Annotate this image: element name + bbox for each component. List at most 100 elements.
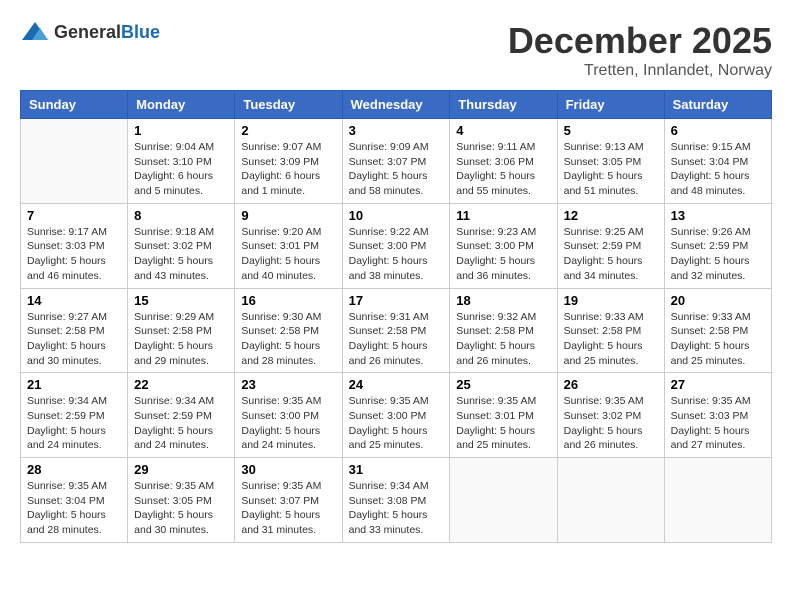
logo-icon	[20, 20, 50, 44]
day-number: 20	[671, 293, 765, 308]
calendar-header-tuesday: Tuesday	[235, 91, 342, 119]
calendar-cell: 29Sunrise: 9:35 AM Sunset: 3:05 PM Dayli…	[128, 458, 235, 543]
day-number: 9	[241, 208, 335, 223]
calendar-cell: 24 Sunrise: 9:35 AM Sunset: 3:00 PM Dayli…	[342, 373, 450, 458]
calendar-cell: 11 Sunrise: 9:23 AM Sunset: 3:00 PM Dayli…	[450, 203, 557, 288]
calendar-week-row: 7Sunrise: 9:17 AM Sunset: 3:03 PM Daylig…	[21, 203, 772, 288]
day-detail: Sunrise: 9:20 AM Sunset: 3:01 PM Dayligh…	[241, 225, 335, 284]
day-detail: Sunrise: 9:07 AM Sunset: 3:09 PM Dayligh…	[241, 140, 335, 199]
calendar-cell: 16 Sunrise: 9:30 AM Sunset: 2:58 PM Dayli…	[235, 288, 342, 373]
day-number: 25	[456, 377, 550, 392]
calendar-table: SundayMondayTuesdayWednesdayThursdayFrid…	[20, 90, 772, 543]
calendar-cell: 1Sunrise: 9:04 AM Sunset: 3:10 PM Daylig…	[128, 119, 235, 204]
day-detail: Sunrise: 9:35 AM Sunset: 3:04 PM Dayligh…	[27, 479, 121, 538]
day-detail: Sunrise: 9:26 AM Sunset: 2:59 PM Dayligh…	[671, 225, 765, 284]
calendar-cell	[557, 458, 664, 543]
day-detail: Sunrise: 9:32 AM Sunset: 2:58 PM Dayligh…	[456, 310, 550, 369]
calendar-cell: 15 Sunrise: 9:29 AM Sunset: 2:58 PM Dayli…	[128, 288, 235, 373]
day-number: 17	[349, 293, 444, 308]
calendar-cell: 4 Sunrise: 9:11 AM Sunset: 3:06 PM Daylig…	[450, 119, 557, 204]
day-detail: Sunrise: 9:34 AM Sunset: 3:08 PM Dayligh…	[349, 479, 444, 538]
calendar-header-friday: Friday	[557, 91, 664, 119]
calendar-week-row: 14 Sunrise: 9:27 AM Sunset: 2:58 PM Dayli…	[21, 288, 772, 373]
day-detail: Sunrise: 9:23 AM Sunset: 3:00 PM Dayligh…	[456, 225, 550, 284]
calendar-cell: 12Sunrise: 9:25 AM Sunset: 2:59 PM Dayli…	[557, 203, 664, 288]
day-number: 31	[349, 462, 444, 477]
calendar-cell: 20Sunrise: 9:33 AM Sunset: 2:58 PM Dayli…	[664, 288, 771, 373]
day-number: 22	[134, 377, 228, 392]
day-detail: Sunrise: 9:27 AM Sunset: 2:58 PM Dayligh…	[27, 310, 121, 369]
day-detail: Sunrise: 9:34 AM Sunset: 2:59 PM Dayligh…	[134, 394, 228, 453]
calendar-cell: 22 Sunrise: 9:34 AM Sunset: 2:59 PM Dayli…	[128, 373, 235, 458]
calendar-cell: 14 Sunrise: 9:27 AM Sunset: 2:58 PM Dayli…	[21, 288, 128, 373]
day-number: 6	[671, 123, 765, 138]
calendar-cell: 18 Sunrise: 9:32 AM Sunset: 2:58 PM Dayli…	[450, 288, 557, 373]
logo-text-blue: Blue	[121, 22, 160, 42]
day-detail: Sunrise: 9:11 AM Sunset: 3:06 PM Dayligh…	[456, 140, 550, 199]
day-detail: Sunrise: 9:31 AM Sunset: 2:58 PM Dayligh…	[349, 310, 444, 369]
calendar-cell: 28 Sunrise: 9:35 AM Sunset: 3:04 PM Dayli…	[21, 458, 128, 543]
calendar-cell: 9 Sunrise: 9:20 AM Sunset: 3:01 PM Daylig…	[235, 203, 342, 288]
calendar-header-wednesday: Wednesday	[342, 91, 450, 119]
day-number: 14	[27, 293, 121, 308]
day-number: 2	[241, 123, 335, 138]
day-detail: Sunrise: 9:34 AM Sunset: 2:59 PM Dayligh…	[27, 394, 121, 453]
calendar-cell: 25 Sunrise: 9:35 AM Sunset: 3:01 PM Dayli…	[450, 373, 557, 458]
day-number: 18	[456, 293, 550, 308]
day-number: 16	[241, 293, 335, 308]
location-subtitle: Tretten, Innlandet, Norway	[508, 62, 772, 80]
day-number: 13	[671, 208, 765, 223]
day-detail: Sunrise: 9:18 AM Sunset: 3:02 PM Dayligh…	[134, 225, 228, 284]
day-number: 27	[671, 377, 765, 392]
day-detail: Sunrise: 9:35 AM Sunset: 3:01 PM Dayligh…	[456, 394, 550, 453]
day-number: 21	[27, 377, 121, 392]
day-detail: Sunrise: 9:30 AM Sunset: 2:58 PM Dayligh…	[241, 310, 335, 369]
calendar-cell: 17 Sunrise: 9:31 AM Sunset: 2:58 PM Dayli…	[342, 288, 450, 373]
calendar-cell: 21 Sunrise: 9:34 AM Sunset: 2:59 PM Dayli…	[21, 373, 128, 458]
calendar-cell: 27 Sunrise: 9:35 AM Sunset: 3:03 PM Dayli…	[664, 373, 771, 458]
calendar-cell: 19Sunrise: 9:33 AM Sunset: 2:58 PM Dayli…	[557, 288, 664, 373]
day-number: 3	[349, 123, 444, 138]
day-detail: Sunrise: 9:09 AM Sunset: 3:07 PM Dayligh…	[349, 140, 444, 199]
calendar-cell: 13 Sunrise: 9:26 AM Sunset: 2:59 PM Dayli…	[664, 203, 771, 288]
day-detail: Sunrise: 9:35 AM Sunset: 3:00 PM Dayligh…	[241, 394, 335, 453]
calendar-cell: 23Sunrise: 9:35 AM Sunset: 3:00 PM Dayli…	[235, 373, 342, 458]
day-detail: Sunrise: 9:29 AM Sunset: 2:58 PM Dayligh…	[134, 310, 228, 369]
day-number: 7	[27, 208, 121, 223]
calendar-cell: 5Sunrise: 9:13 AM Sunset: 3:05 PM Daylig…	[557, 119, 664, 204]
calendar-header-thursday: Thursday	[450, 91, 557, 119]
calendar-week-row: 1Sunrise: 9:04 AM Sunset: 3:10 PM Daylig…	[21, 119, 772, 204]
day-number: 26	[564, 377, 658, 392]
day-number: 5	[564, 123, 658, 138]
day-detail: Sunrise: 9:35 AM Sunset: 3:07 PM Dayligh…	[241, 479, 335, 538]
day-detail: Sunrise: 9:25 AM Sunset: 2:59 PM Dayligh…	[564, 225, 658, 284]
day-detail: Sunrise: 9:35 AM Sunset: 3:05 PM Dayligh…	[134, 479, 228, 538]
calendar-cell: 6Sunrise: 9:15 AM Sunset: 3:04 PM Daylig…	[664, 119, 771, 204]
calendar-header-saturday: Saturday	[664, 91, 771, 119]
calendar-header-row: SundayMondayTuesdayWednesdayThursdayFrid…	[21, 91, 772, 119]
calendar-cell: 10Sunrise: 9:22 AM Sunset: 3:00 PM Dayli…	[342, 203, 450, 288]
calendar-cell: 7Sunrise: 9:17 AM Sunset: 3:03 PM Daylig…	[21, 203, 128, 288]
calendar-cell	[450, 458, 557, 543]
calendar-cell: 30 Sunrise: 9:35 AM Sunset: 3:07 PM Dayli…	[235, 458, 342, 543]
day-number: 24	[349, 377, 444, 392]
calendar-cell: 3 Sunrise: 9:09 AM Sunset: 3:07 PM Daylig…	[342, 119, 450, 204]
logo-text-general: General	[54, 22, 121, 42]
calendar-week-row: 28 Sunrise: 9:35 AM Sunset: 3:04 PM Dayli…	[21, 458, 772, 543]
calendar-header-sunday: Sunday	[21, 91, 128, 119]
day-number: 1	[134, 123, 228, 138]
day-detail: Sunrise: 9:35 AM Sunset: 3:03 PM Dayligh…	[671, 394, 765, 453]
day-detail: Sunrise: 9:22 AM Sunset: 3:00 PM Dayligh…	[349, 225, 444, 284]
month-title: December 2025	[508, 20, 772, 62]
logo: GeneralBlue	[20, 20, 160, 44]
calendar-cell	[664, 458, 771, 543]
calendar-cell: 2 Sunrise: 9:07 AM Sunset: 3:09 PM Daylig…	[235, 119, 342, 204]
day-number: 15	[134, 293, 228, 308]
calendar-header-monday: Monday	[128, 91, 235, 119]
day-number: 19	[564, 293, 658, 308]
day-number: 11	[456, 208, 550, 223]
day-detail: Sunrise: 9:35 AM Sunset: 3:00 PM Dayligh…	[349, 394, 444, 453]
day-number: 30	[241, 462, 335, 477]
day-number: 28	[27, 462, 121, 477]
day-number: 4	[456, 123, 550, 138]
